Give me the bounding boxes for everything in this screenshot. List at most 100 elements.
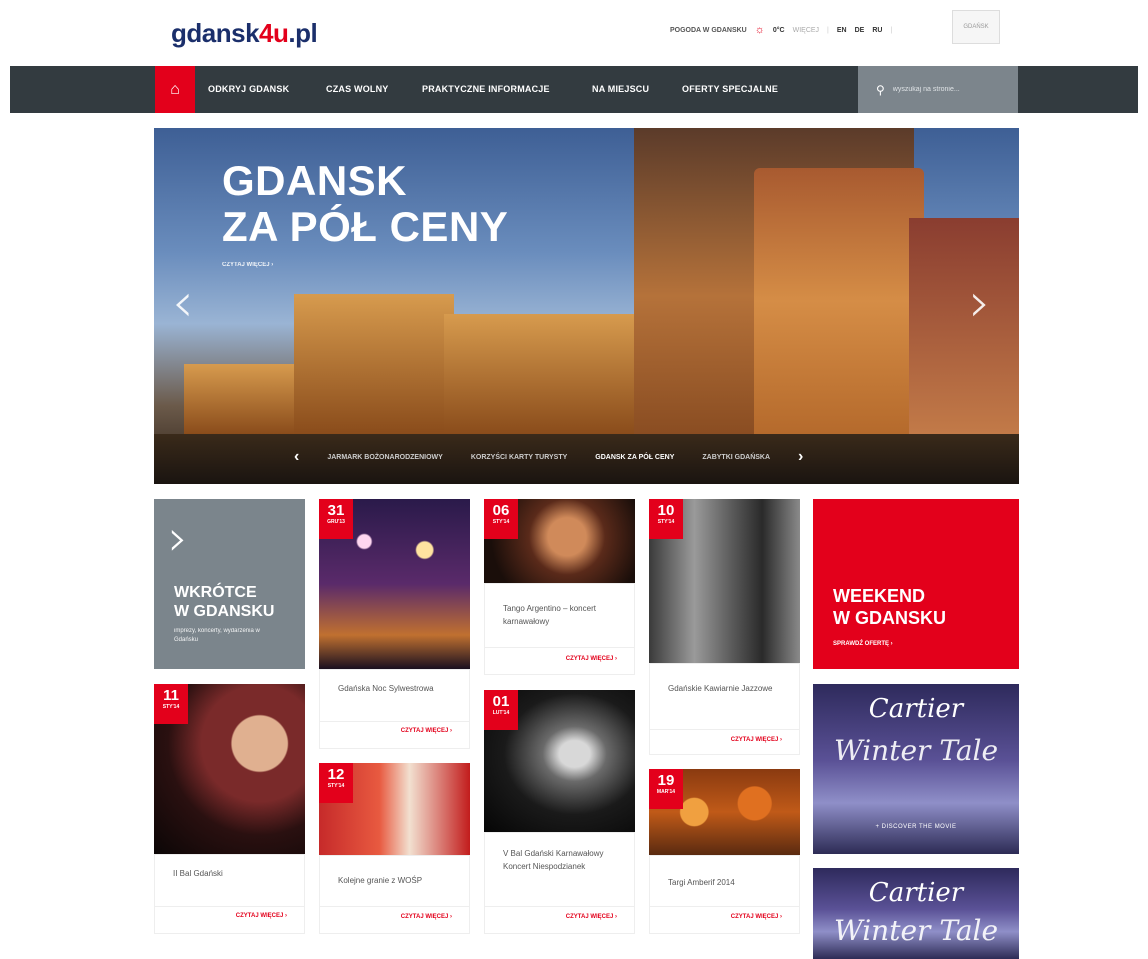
date-month: STY'14 — [327, 783, 345, 789]
date-badge: 11 STY'14 — [154, 684, 188, 724]
nav-item-odkryj[interactable]: ODKRYJ GDANSK — [208, 66, 289, 113]
hero-next-arrow-icon[interactable]: › — [969, 276, 991, 330]
event-card[interactable]: 01 LUT'14 V Bal Gdański Karnawałowy Konce… — [484, 690, 635, 934]
weekend-title: WEEKEND W GDANSKU — [833, 585, 946, 629]
ad-brand: Cartier — [868, 878, 964, 908]
read-more-link[interactable]: CZYTAJ WIĘCEJ › — [401, 728, 452, 734]
ad-brand: Cartier — [868, 694, 964, 724]
read-more-link[interactable]: CZYTAJ WIĘCEJ › — [566, 656, 617, 662]
event-card[interactable]: 10 STY'14 Gdańskie Kawiarnie Jazzowe CZYT… — [649, 499, 800, 755]
nav-item-na-miejscu[interactable]: NA MIEJSCU — [592, 66, 649, 113]
date-day: 11 — [163, 687, 179, 704]
event-card[interactable]: 06 STY'14 Tango Argentino – koncert karna… — [484, 499, 635, 675]
event-text: Gdańska Noc Sylwestrowa — [319, 669, 470, 749]
nav-item-oferty[interactable]: OFERTY SPECJALNE — [682, 66, 778, 113]
upcoming-title: WKRÓTCE W GDANSKU — [174, 583, 274, 621]
chevron-right-icon: › — [168, 509, 188, 567]
divider — [319, 721, 470, 722]
search-icon[interactable]: ⚲ — [876, 83, 885, 97]
event-card[interactable]: 31 GRU'13 Gdańska Noc Sylwestrowa CZYTAJ … — [319, 499, 470, 749]
site-logo[interactable]: gdansk4u.pl — [171, 18, 318, 49]
hero-slider[interactable]: GDANSK ZA PÓŁ CENY CZYTAJ WIĘCEJ › ‹ › ‹… — [154, 128, 1019, 484]
weather-label: POGODA W GDANSKU — [670, 26, 747, 34]
divider: | — [827, 26, 829, 34]
event-card[interactable]: 11 STY'14 II Bal Gdański CZYTAJ WIĘCEJ › — [154, 684, 305, 934]
date-badge: 06 STY'14 — [484, 499, 518, 539]
divider — [319, 906, 470, 907]
hero-image-buildings — [294, 294, 454, 434]
home-button[interactable]: ⌂ — [155, 66, 195, 113]
advertisement-banner[interactable]: Cartier Winter Tale — [813, 868, 1019, 959]
date-day: 10 — [657, 502, 675, 519]
lang-ru[interactable]: RU — [872, 27, 882, 34]
upcoming-events-tile[interactable]: › WKRÓTCE W GDANSKU imprezy, koncerty, w… — [154, 499, 305, 669]
home-icon: ⌂ — [170, 80, 180, 98]
read-more-link[interactable]: CZYTAJ WIĘCEJ › — [401, 914, 452, 920]
hero-read-more-link[interactable]: CZYTAJ WIĘCEJ › — [222, 262, 273, 268]
main-nav: ⌂ ODKRYJ GDANSK CZAS WOLNY PRAKTYCZNE IN… — [10, 66, 1138, 113]
logo-main: gdansk — [171, 18, 260, 48]
city-crest-logo[interactable]: GDAŃSK — [952, 10, 1000, 44]
event-title: Gdańskie Kawiarnie Jazzowe — [668, 684, 773, 693]
advertisement-banner[interactable]: Cartier Winter Tale + DISCOVER THE MOVIE — [813, 684, 1019, 854]
logo-accent: 4u — [259, 18, 289, 48]
search-box[interactable]: ⚲ — [858, 66, 1018, 113]
event-card[interactable]: 19 MAR'14 Targi Amberif 2014 CZYTAJ WIĘCE… — [649, 769, 800, 934]
search-input[interactable] — [892, 86, 1003, 93]
date-badge: 31 GRU'13 — [319, 499, 353, 539]
date-month: STY'14 — [657, 519, 675, 525]
date-month: LUT'14 — [492, 710, 510, 716]
ad-cta-link[interactable]: + DISCOVER THE MOVIE — [813, 824, 1019, 830]
event-title: V Bal Gdański Karnawałowy Koncert Niespo… — [503, 849, 604, 871]
weekend-tile[interactable]: WEEKEND W GDANSKU SPRAWDŹ OFERTĘ › — [813, 499, 1019, 669]
event-text: Kolejne granie z WOŚP — [319, 855, 470, 934]
hero-image-buildings — [444, 314, 644, 434]
slide-next-icon[interactable]: › — [798, 448, 803, 466]
date-badge: 19 MAR'14 — [649, 769, 683, 809]
divider — [649, 729, 800, 730]
lang-de[interactable]: DE — [855, 27, 865, 34]
hero-image-building-right — [909, 218, 1019, 434]
divider — [154, 906, 305, 907]
date-day: 19 — [657, 772, 675, 789]
read-more-link[interactable]: CZYTAJ WIĘCEJ › — [236, 913, 287, 919]
date-day: 06 — [492, 502, 510, 519]
divider — [484, 906, 635, 907]
date-month: MAR'14 — [656, 789, 676, 795]
slide-prev-icon[interactable]: ‹ — [294, 448, 299, 466]
read-more-link[interactable]: CZYTAJ WIĘCEJ › — [731, 914, 782, 920]
event-title: Gdańska Noc Sylwestrowa — [338, 684, 434, 693]
temperature: 0°C — [772, 26, 785, 34]
logo-tld: .pl — [288, 18, 318, 48]
slide-tab[interactable]: KORZYŚCI KARTY TURYSTY — [471, 454, 567, 461]
event-text: II Bal Gdański — [154, 854, 305, 934]
hero-prev-arrow-icon[interactable]: ‹ — [172, 276, 194, 330]
date-badge: 10 STY'14 — [649, 499, 683, 539]
upcoming-title-line1: WKRÓTCE — [174, 584, 257, 601]
nav-item-czas-wolny[interactable]: CZAS WOLNY — [326, 66, 389, 113]
read-more-link[interactable]: CZYTAJ WIĘCEJ › — [731, 737, 782, 743]
event-title: Kolejne granie z WOŚP — [338, 876, 423, 885]
weather-more-link[interactable]: WIĘCEJ — [793, 27, 819, 34]
upcoming-title-line2: W GDANSKU — [174, 603, 275, 620]
event-title: Tango Argentino – koncert karnawałowy — [503, 604, 596, 626]
slide-tab[interactable]: ZABYTKI GDAŃSKA — [702, 454, 770, 461]
date-month: STY'14 — [162, 704, 180, 710]
weekend-title-line1: WEEKEND — [833, 586, 926, 606]
date-badge: 12 STY'14 — [319, 763, 353, 803]
event-title: II Bal Gdański — [173, 869, 223, 878]
date-day: 01 — [492, 693, 510, 710]
event-card[interactable]: 12 STY'14 Kolejne granie z WOŚP CZYTAJ WI… — [319, 763, 470, 934]
weekend-cta-link[interactable]: SPRAWDŹ OFERTĘ › — [833, 641, 893, 647]
slide-tab[interactable]: JARMARK BOŻONARODZENIOWY — [327, 454, 443, 461]
lang-en[interactable]: EN — [837, 27, 847, 34]
date-month: STY'14 — [492, 519, 510, 525]
nav-item-praktyczne[interactable]: PRAKTYCZNE INFORMACJE — [422, 66, 550, 113]
date-badge: 01 LUT'14 — [484, 690, 518, 730]
read-more-link[interactable]: CZYTAJ WIĘCEJ › — [566, 914, 617, 920]
weekend-title-line2: W GDANSKU — [833, 608, 946, 628]
hero-slide-nav: ‹ JARMARK BOŻONARODZENIOWY KORZYŚCI KART… — [294, 448, 803, 466]
hero-title-line1: GDANSK — [222, 157, 408, 204]
upcoming-subtitle: imprezy, koncerty, wydarzenia w Gdańsku — [174, 628, 260, 643]
slide-tab-active[interactable]: GDANSK ZA PÓŁ CENY — [595, 454, 674, 461]
